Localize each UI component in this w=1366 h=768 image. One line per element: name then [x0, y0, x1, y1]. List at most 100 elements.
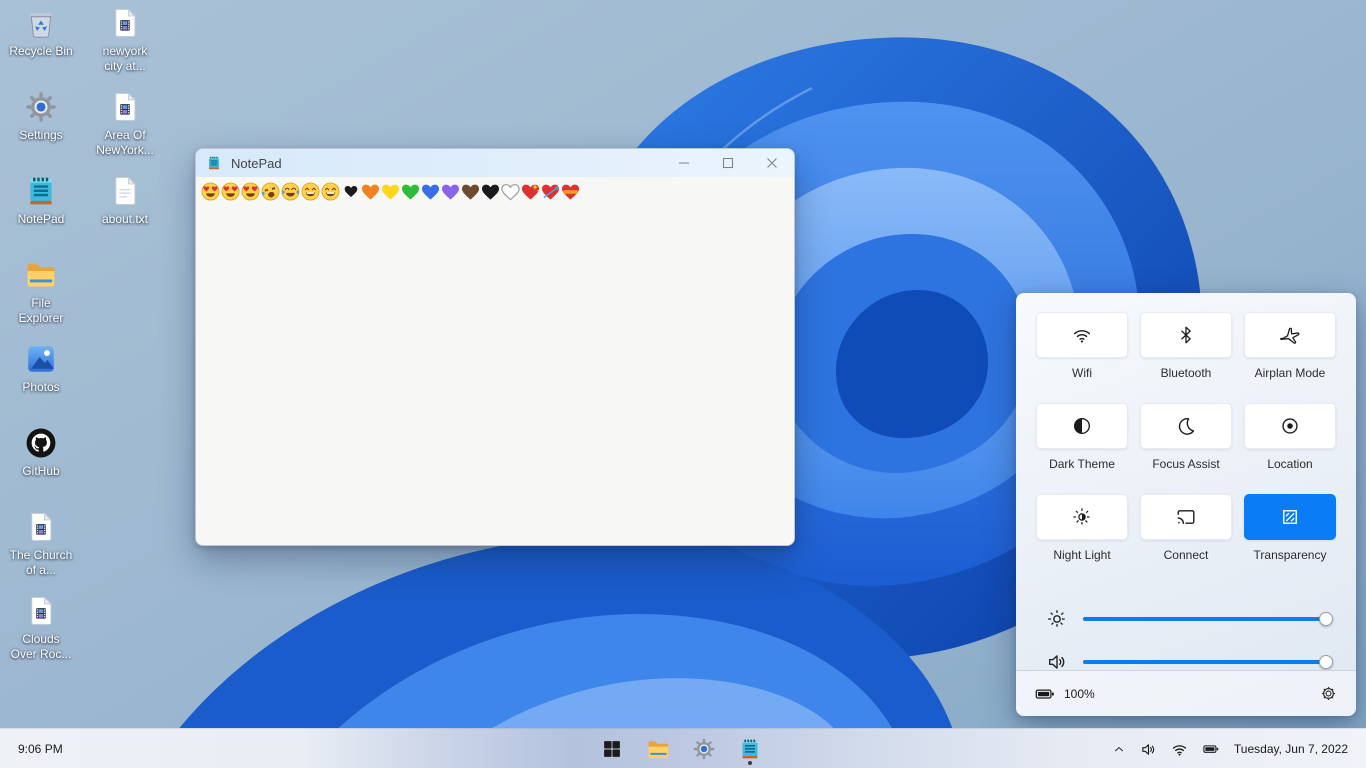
start-button[interactable] — [598, 732, 626, 766]
focus-assist-button[interactable] — [1140, 403, 1232, 449]
emoji-text-row — [201, 182, 789, 201]
emoji-white-heart — [501, 182, 520, 201]
emoji-face-heart-eyes — [221, 182, 240, 201]
emoji-sparkling-heart — [521, 182, 540, 201]
folder-icon — [646, 737, 671, 762]
folder-icon — [24, 258, 58, 292]
desktop-icon-photos[interactable]: Photos — [0, 342, 83, 395]
brightness-icon — [1046, 608, 1068, 630]
emoji-brown-heart — [461, 182, 480, 201]
taskbar-settings-button[interactable] — [690, 732, 718, 766]
desktop-icon-file-explorer[interactable]: File Explorer — [0, 258, 83, 326]
emoji-black-heart-small — [341, 182, 360, 201]
transparency-icon — [1279, 506, 1301, 528]
running-indicator-dot — [748, 761, 752, 765]
desktop-icon-label: about.txt — [102, 212, 148, 227]
battery-icon — [1034, 683, 1056, 705]
night-light-label: Night Light — [1053, 548, 1110, 563]
emoji-face-heart-eyes — [241, 182, 260, 201]
video-file-icon — [24, 510, 58, 544]
connect-label: Connect — [1164, 548, 1209, 563]
taskbar-notepad-button[interactable] — [736, 732, 764, 766]
desktop-icon-notepad[interactable]: NotePad — [0, 174, 83, 227]
desktop-icon-the-church-video[interactable]: The Church of a... — [0, 510, 83, 578]
taskbar-date[interactable]: Tuesday, Jun 7, 2022 — [1234, 742, 1348, 756]
transparency-label: Transparency — [1254, 548, 1327, 563]
tray-battery-icon[interactable] — [1202, 740, 1220, 758]
emoji-heart-with-arrow — [541, 182, 560, 201]
quick-settings-sliders — [1036, 607, 1336, 674]
desktop-icon-newyork-video[interactable]: newyork city at... — [83, 6, 167, 74]
tray-chevron-up-icon[interactable] — [1112, 742, 1126, 756]
desktop-icon-label: The Church of a... — [10, 548, 73, 578]
recycle-bin-icon — [24, 6, 58, 40]
bluetooth-icon — [1175, 324, 1197, 346]
desktop-icon-label: Clouds Over Roc... — [11, 632, 72, 662]
desktop-icon-about-txt[interactable]: about.txt — [83, 174, 167, 227]
notepad-titlebar[interactable]: NotePad — [196, 149, 794, 177]
settings-gear-icon — [24, 90, 58, 124]
quick-settings-grid: Wifi Bluetooth Airplan Mode Dark Theme F… — [1036, 312, 1336, 585]
airplane-mode-button[interactable] — [1244, 312, 1336, 358]
battery-percent: 100% — [1064, 687, 1319, 701]
connect-button[interactable] — [1140, 494, 1232, 540]
notepad-window-icon — [206, 155, 222, 171]
quick-setting-connect: Connect — [1140, 494, 1232, 563]
desktop-icon-label: NotePad — [18, 212, 65, 227]
emoji-face-heart-eyes — [201, 182, 220, 201]
wifi-button[interactable] — [1036, 312, 1128, 358]
emoji-mending-heart — [561, 182, 580, 201]
emoji-yellow-heart — [381, 182, 400, 201]
moon-icon — [1175, 415, 1197, 437]
location-button[interactable] — [1244, 403, 1336, 449]
night-light-button[interactable] — [1036, 494, 1128, 540]
wifi-icon — [1071, 324, 1093, 346]
quick-setting-location: Location — [1244, 403, 1336, 472]
wifi-label: Wifi — [1072, 366, 1092, 381]
volume-slider-thumb[interactable] — [1319, 655, 1333, 669]
maximize-button[interactable] — [706, 149, 750, 177]
desktop-icon-settings[interactable]: Settings — [0, 90, 83, 143]
taskbar: 9:06 PM Tuesday, Jun 7, 2022 — [0, 728, 1366, 768]
location-icon — [1279, 415, 1301, 437]
desktop-icon-label: GitHub — [22, 464, 59, 479]
minimize-button[interactable] — [662, 149, 706, 177]
quick-setting-wifi: Wifi — [1036, 312, 1128, 381]
notepad-text-area[interactable] — [196, 177, 794, 545]
close-button[interactable] — [750, 149, 794, 177]
taskbar-app-icons — [598, 729, 764, 768]
emoji-orange-heart — [361, 182, 380, 201]
window-title: NotePad — [231, 156, 662, 171]
start-icon — [601, 738, 623, 760]
tray-wifi-icon[interactable] — [1171, 741, 1188, 758]
quick-setting-focus-assist: Focus Assist — [1140, 403, 1232, 472]
taskbar-clock[interactable]: 9:06 PM — [18, 729, 63, 768]
settings-gear-button[interactable] — [1319, 684, 1338, 703]
dark-theme-icon — [1071, 415, 1093, 437]
tray-volume-icon[interactable] — [1140, 741, 1157, 758]
quick-settings-panel: Wifi Bluetooth Airplan Mode Dark Theme F… — [1016, 293, 1356, 716]
bluetooth-button[interactable] — [1140, 312, 1232, 358]
emoji-purple-heart — [441, 182, 460, 201]
quick-setting-night-light: Night Light — [1036, 494, 1128, 563]
desktop-icon-label: Recycle Bin — [9, 44, 72, 59]
video-file-icon — [108, 6, 142, 40]
desktop-icon-clouds-video[interactable]: Clouds Over Roc... — [0, 594, 83, 662]
dark-theme-button[interactable] — [1036, 403, 1128, 449]
desktop-icon-label: File Explorer — [19, 296, 64, 326]
brightness-slider-thumb[interactable] — [1319, 612, 1333, 626]
emoji-black-heart — [481, 182, 500, 201]
notepad-icon — [24, 174, 58, 208]
quick-setting-dark-theme: Dark Theme — [1036, 403, 1128, 472]
video-file-icon — [108, 90, 142, 124]
taskbar-file-explorer-button[interactable] — [644, 732, 672, 766]
quick-setting-transparency: Transparency — [1244, 494, 1336, 563]
transparency-button[interactable] — [1244, 494, 1336, 540]
desktop-icon-recycle-bin[interactable]: Recycle Bin — [0, 6, 83, 59]
notepad-window: NotePad — [195, 148, 795, 546]
text-file-icon — [108, 174, 142, 208]
desktop-icon-github[interactable]: GitHub — [0, 426, 83, 479]
brightness-slider[interactable] — [1083, 607, 1329, 631]
desktop-icon-area-of-newyork-video[interactable]: Area Of NewYork... — [83, 90, 167, 158]
cast-icon — [1175, 506, 1197, 528]
